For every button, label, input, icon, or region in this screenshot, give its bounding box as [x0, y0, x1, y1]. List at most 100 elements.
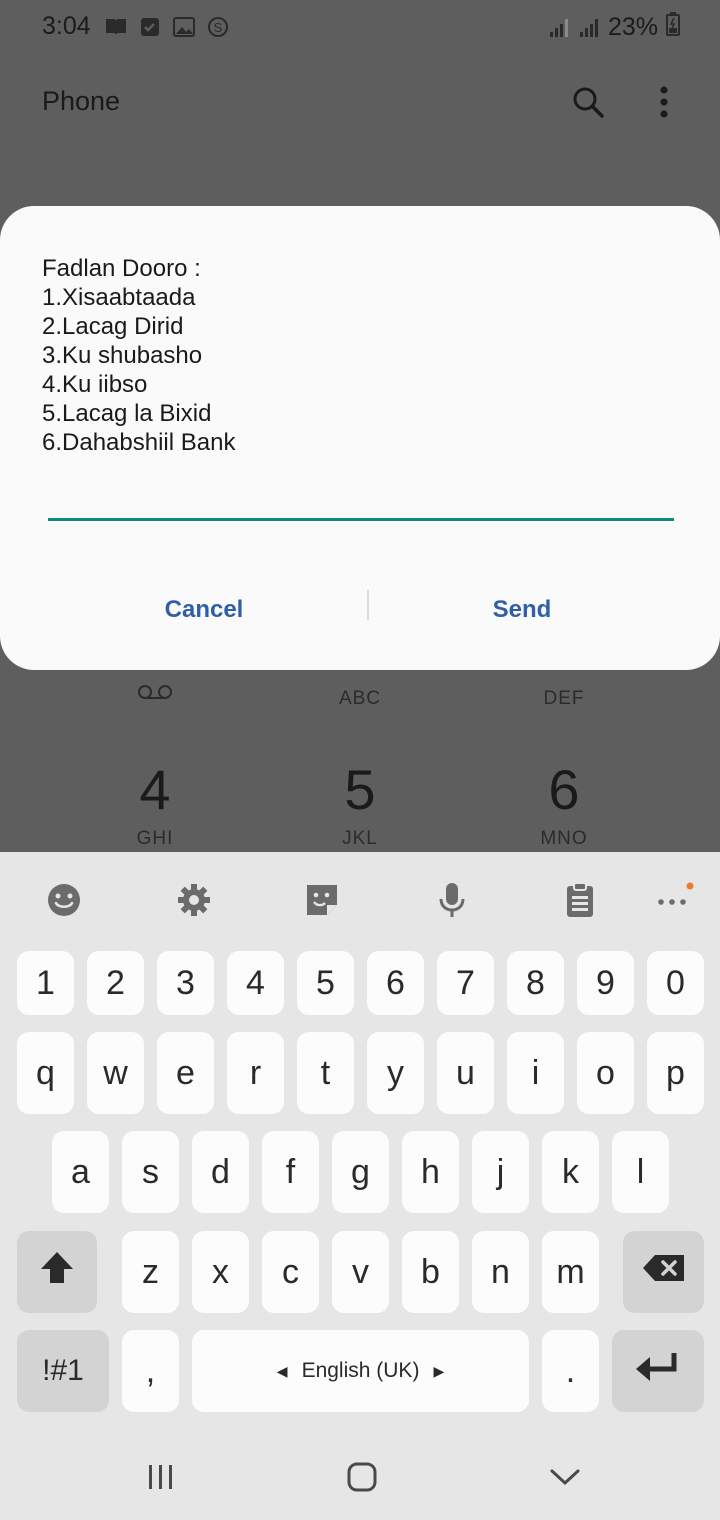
- dial-key-6[interactable]: 6 MNO: [464, 760, 664, 850]
- key-p[interactable]: p: [647, 1032, 704, 1114]
- key-h[interactable]: h: [402, 1131, 459, 1213]
- recent-apps-icon[interactable]: [136, 1452, 186, 1502]
- status-notification-icons: S: [104, 16, 230, 38]
- key-v[interactable]: v: [332, 1231, 389, 1313]
- shift-arrow-icon: [37, 1248, 77, 1297]
- dialog-message-line: Fadlan Dooro :: [42, 255, 201, 282]
- app-title: Phone: [42, 86, 121, 116]
- dial-letters: MNO: [540, 828, 588, 849]
- language-left-arrow-icon: ◀: [276, 1362, 288, 1379]
- microphone-icon[interactable]: [432, 880, 472, 920]
- key-r[interactable]: r: [227, 1032, 284, 1114]
- key-k[interactable]: k: [542, 1131, 599, 1213]
- cancel-button[interactable]: Cancel: [24, 584, 384, 634]
- voicemail-icon: [55, 684, 255, 705]
- dialog-button-bar: Cancel Send: [0, 584, 720, 634]
- key-c[interactable]: c: [262, 1231, 319, 1313]
- dial-key-5[interactable]: 5 JKL: [260, 760, 460, 850]
- dial-letters: DEF: [543, 688, 585, 709]
- dial-key-4[interactable]: 4 GHI: [55, 760, 255, 850]
- key-l[interactable]: l: [612, 1131, 669, 1213]
- status-right-group: 23%: [548, 12, 680, 43]
- keyboard: 1 2 3 4 5 6 7 8 9 0 q w e r t y u i o p …: [0, 852, 720, 1520]
- key-u[interactable]: u: [437, 1032, 494, 1114]
- key-m[interactable]: m: [542, 1231, 599, 1313]
- send-button[interactable]: Send: [342, 584, 702, 634]
- dialog-message-line: 1.Xisaabtaada: [42, 284, 196, 311]
- symbols-key[interactable]: !#1: [17, 1330, 109, 1412]
- period-key[interactable]: .: [542, 1330, 599, 1412]
- key-1[interactable]: 1: [17, 951, 74, 1015]
- dialog-message-line: 3.Ku shubasho: [42, 342, 203, 369]
- status-time: 3:04: [42, 12, 91, 40]
- signal-icon: [578, 17, 600, 39]
- back-chevron-icon[interactable]: [540, 1452, 590, 1502]
- svg-text:S: S: [214, 20, 223, 35]
- key-s[interactable]: s: [122, 1131, 179, 1213]
- dialog-message-line: 2.Lacag Dirid: [42, 313, 184, 340]
- dial-digit: 4: [139, 758, 171, 821]
- key-j[interactable]: j: [472, 1131, 529, 1213]
- dialog-message: Fadlan Dooro : 1.Xisaabtaada 2.Lacag Dir…: [42, 254, 235, 457]
- key-x[interactable]: x: [192, 1231, 249, 1313]
- key-w[interactable]: w: [87, 1032, 144, 1114]
- enter-icon: [634, 1349, 682, 1394]
- space-language-label: English (UK): [301, 1359, 420, 1382]
- battery-icon: [666, 12, 680, 43]
- comma-key[interactable]: ,: [122, 1330, 179, 1412]
- dial-digit: 6: [548, 758, 580, 821]
- key-q[interactable]: q: [17, 1032, 74, 1114]
- battery-percent: 23%: [607, 13, 658, 41]
- currency-circle-icon: S: [206, 16, 230, 38]
- key-a[interactable]: a: [52, 1131, 109, 1213]
- ussd-dialog: Fadlan Dooro : 1.Xisaabtaada 2.Lacag Dir…: [0, 206, 720, 670]
- key-6[interactable]: 6: [367, 951, 424, 1015]
- key-z[interactable]: z: [122, 1231, 179, 1313]
- ussd-reply-input[interactable]: [48, 476, 674, 521]
- space-key[interactable]: ◀ English (UK) ▶: [192, 1330, 529, 1412]
- key-b[interactable]: b: [402, 1231, 459, 1313]
- key-t[interactable]: t: [297, 1032, 354, 1114]
- settings-icon[interactable]: [174, 880, 214, 920]
- check-box-icon: [138, 16, 162, 38]
- search-icon[interactable]: [570, 84, 606, 120]
- book-icon: [104, 16, 128, 38]
- clipboard-icon[interactable]: [560, 880, 600, 920]
- dialog-message-line: 4.Ku iibso: [42, 371, 148, 398]
- key-4[interactable]: 4: [227, 951, 284, 1015]
- dial-digit: 5: [344, 758, 376, 821]
- key-7[interactable]: 7: [437, 951, 494, 1015]
- key-8[interactable]: 8: [507, 951, 564, 1015]
- key-0[interactable]: 0: [647, 951, 704, 1015]
- emoji-icon[interactable]: [44, 880, 84, 920]
- keyboard-toolbar: [0, 852, 720, 948]
- key-e[interactable]: e: [157, 1032, 214, 1114]
- dial-letters: GHI: [136, 828, 174, 849]
- enter-key[interactable]: [612, 1330, 704, 1412]
- key-5[interactable]: 5: [297, 951, 354, 1015]
- home-icon[interactable]: [336, 1452, 386, 1502]
- signal-icon: [548, 17, 570, 39]
- key-f[interactable]: f: [262, 1131, 319, 1213]
- backspace-icon: [642, 1253, 686, 1292]
- key-o[interactable]: o: [577, 1032, 634, 1114]
- shift-key[interactable]: [17, 1231, 97, 1313]
- key-y[interactable]: y: [367, 1032, 424, 1114]
- key-i[interactable]: i: [507, 1032, 564, 1114]
- key-g[interactable]: g: [332, 1131, 389, 1213]
- key-n[interactable]: n: [472, 1231, 529, 1313]
- dial-letters: JKL: [342, 828, 378, 849]
- key-3[interactable]: 3: [157, 951, 214, 1015]
- more-options-icon[interactable]: [650, 84, 678, 120]
- navigation-bar: [0, 1432, 720, 1520]
- key-2[interactable]: 2: [87, 951, 144, 1015]
- language-right-arrow-icon: ▶: [433, 1362, 445, 1379]
- dialog-message-line: 5.Lacag la Bixid: [42, 400, 212, 427]
- image-icon: [172, 16, 196, 38]
- backspace-key[interactable]: [623, 1231, 704, 1313]
- sticker-icon[interactable]: [302, 880, 342, 920]
- key-d[interactable]: d: [192, 1131, 249, 1213]
- more-icon[interactable]: [654, 880, 694, 920]
- dial-letters: ABC: [338, 688, 382, 709]
- key-9[interactable]: 9: [577, 951, 634, 1015]
